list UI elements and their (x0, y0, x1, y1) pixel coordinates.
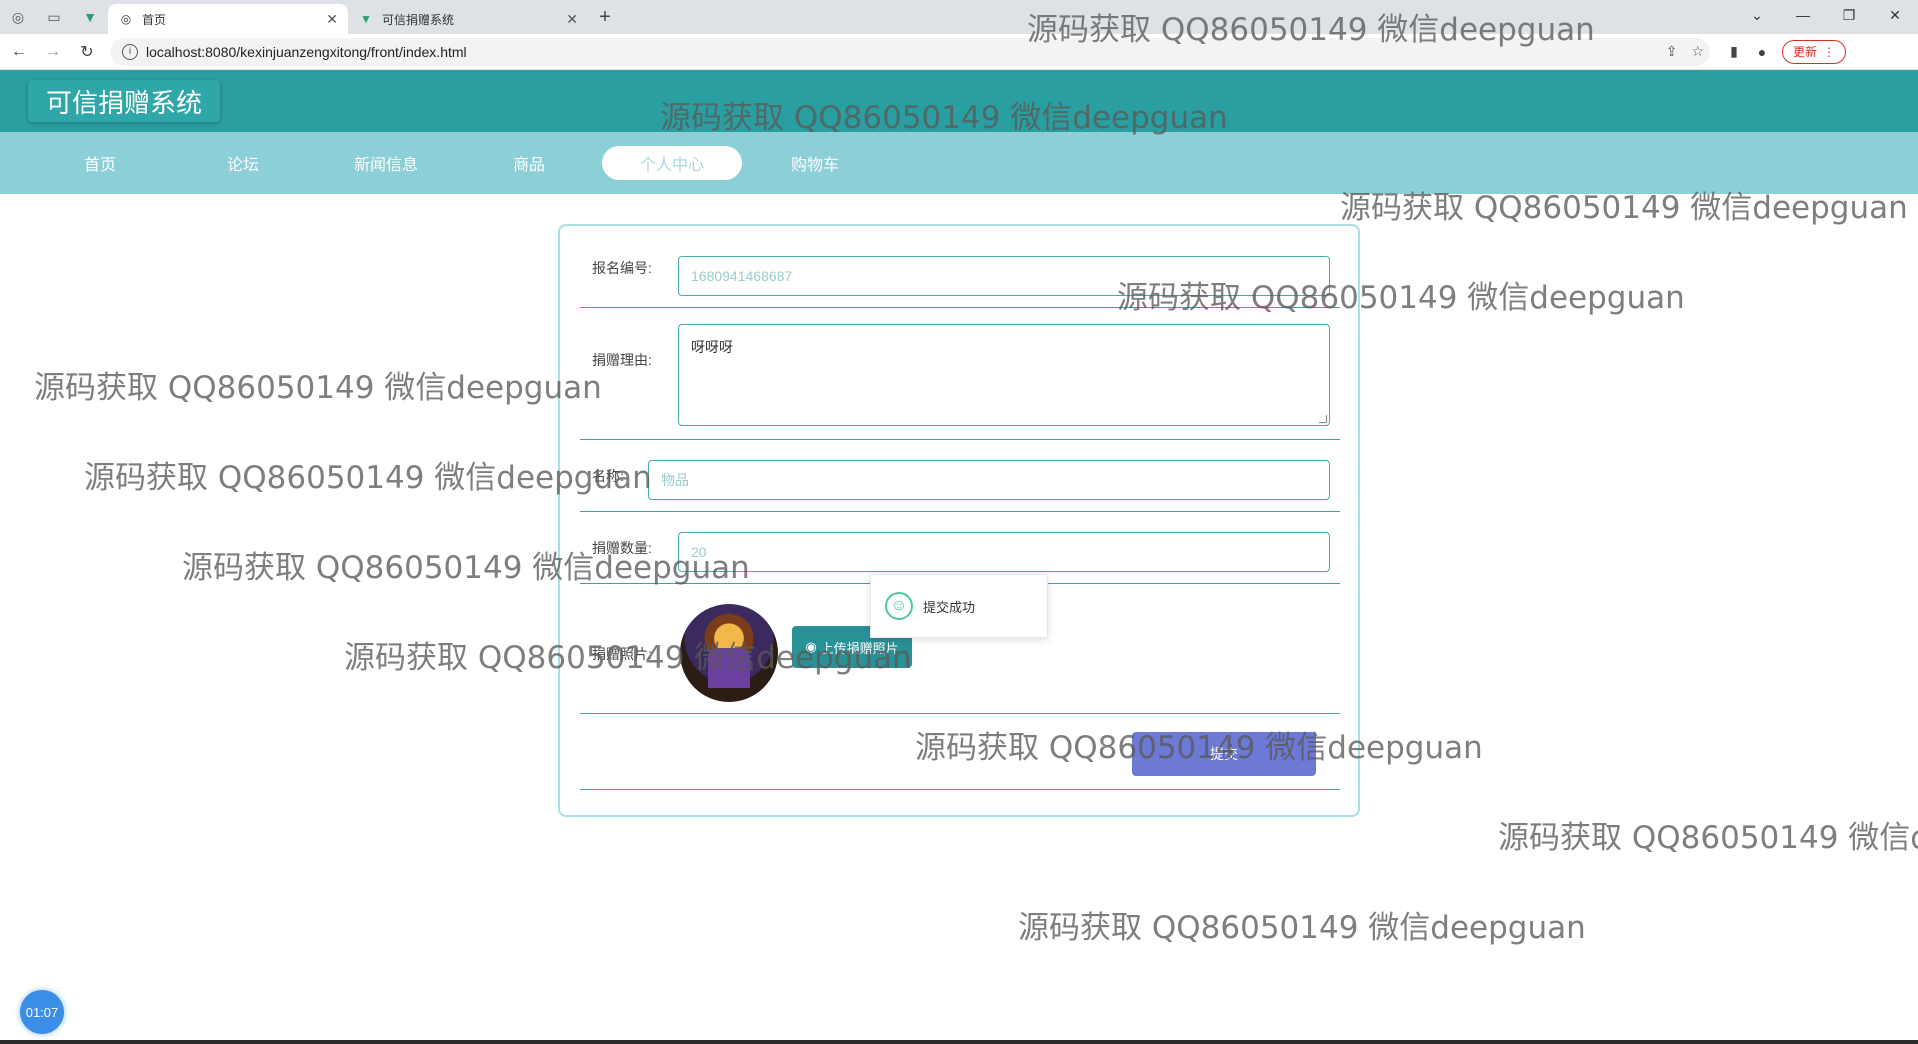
address-bar: ← → ↻ i localhost:8080/kexinjuanzengxito… (0, 34, 1918, 70)
tab-title: 首页 (142, 12, 167, 27)
info-icon[interactable]: i (122, 43, 138, 60)
forward-arrow-icon[interactable]: → (38, 37, 68, 67)
timer-badge[interactable]: 01:07 (20, 990, 64, 1034)
nav-item-cart[interactable]: 购物车 (745, 146, 885, 180)
site-title[interactable]: 可信捐赠系统 (28, 80, 221, 122)
success-toast: ☺ 提交成功 (870, 574, 1048, 638)
close-icon[interactable]: ✕ (326, 11, 338, 28)
photo-label: 捐赠照片: (592, 646, 652, 662)
window-controls: ⌄ — ❐ ✕ (1734, 0, 1918, 30)
pinned-tab-globe-icon[interactable]: ◎ (0, 0, 36, 34)
restore-icon[interactable]: ❐ (1826, 0, 1872, 30)
more-vert-icon: ⋮ (1823, 44, 1836, 59)
donation-photo-thumbnail (680, 604, 778, 702)
registration-no-input[interactable]: 1680941468687 (678, 256, 1330, 296)
form-row-name: 名称: 物品 (580, 440, 1340, 512)
nav-item-forum[interactable]: 论坛 (173, 146, 313, 180)
name-label: 名称: (592, 468, 624, 484)
pinned-tab-blank-icon[interactable]: ▭ (36, 0, 72, 34)
quantity-input[interactable]: 20 (678, 532, 1330, 572)
toolbar-icons: ▮ ● (1720, 38, 1776, 66)
browser-tab-strip: ◎ ▭ ▼ ◎ 首页 ✕ ▼ 可信捐赠系统 ✕ + ⌄ — ❐ ✕ (0, 0, 1918, 34)
form-row-reason: 捐赠理由: 呀呀呀 (580, 308, 1340, 440)
back-arrow-icon[interactable]: ← (4, 37, 34, 67)
tab-search-chevron-icon[interactable]: ⌄ (1734, 0, 1780, 30)
nav-item-news[interactable]: 新闻信息 (316, 146, 456, 180)
reason-textarea[interactable]: 呀呀呀 (678, 324, 1330, 426)
pinned-tab-vue-icon[interactable]: ▼ (72, 0, 108, 34)
nav-item-goods[interactable]: 商品 (459, 146, 599, 180)
globe-icon: ◎ (120, 12, 132, 26)
form-row-registration-no: 报名编号: 1680941468687 (580, 226, 1340, 308)
new-tab-plus-icon[interactable]: + (588, 0, 622, 34)
bottom-bar (0, 1040, 1918, 1044)
minimize-icon[interactable]: — (1780, 0, 1826, 30)
site-header: 可信捐赠系统 (0, 70, 1918, 132)
resize-handle-icon[interactable] (1319, 415, 1327, 423)
watermark-text: 源码获取 QQ86050149 微信deepguan (1018, 910, 1586, 946)
url-text: localhost:8080/kexinjuanzengxitong/front… (146, 43, 467, 60)
browser-tab-home[interactable]: ◎ 首页 ✕ (108, 4, 348, 34)
upload-icon: ◉ (805, 639, 817, 654)
window-close-icon[interactable]: ✕ (1872, 0, 1918, 30)
name-input[interactable]: 物品 (648, 460, 1330, 500)
upload-photo-label: 上传捐赠照片 (820, 640, 899, 656)
close-icon[interactable]: ✕ (566, 11, 578, 28)
watermark-text: 源码获取 QQ86050149 微信deepguan (1498, 820, 1918, 856)
main-nav: 首页 论坛 新闻信息 商品 个人中心 购物车 (0, 132, 1918, 194)
reason-text: 呀呀呀 (691, 339, 733, 355)
browser-tab-donation-system[interactable]: ▼ 可信捐赠系统 ✕ (348, 4, 588, 34)
side-panel-icon[interactable]: ▮ (1720, 38, 1748, 66)
registration-no-label: 报名编号: (592, 260, 652, 276)
watermark-text: 源码获取 QQ86050149 微信deepguan (34, 370, 602, 406)
quantity-label: 捐赠数量: (592, 540, 652, 556)
update-button[interactable]: 更新 ⋮ (1782, 39, 1847, 64)
tab-title: 可信捐赠系统 (382, 12, 455, 27)
donation-form: 报名编号: 1680941468687 捐赠理由: 呀呀呀 名称: 物品 捐赠数… (558, 224, 1360, 817)
vue-icon: ▼ (360, 12, 372, 26)
omnibox-actions: ⇪ ☆ (1652, 43, 1710, 60)
bookmark-star-icon[interactable]: ☆ (1691, 43, 1704, 60)
url-input[interactable]: i localhost:8080/kexinjuanzengxitong/fro… (110, 37, 1710, 66)
nav-item-home[interactable]: 首页 (30, 146, 170, 180)
smile-icon: ☺ (885, 592, 913, 620)
hand-cursor-icon: ☝ (1222, 742, 1235, 764)
update-label: 更新 (1793, 45, 1818, 59)
profile-icon[interactable]: ● (1748, 38, 1776, 66)
toast-message: 提交成功 (923, 599, 976, 615)
reason-label: 捐赠理由: (592, 352, 652, 368)
nav-item-profile[interactable]: 个人中心 (602, 146, 742, 180)
reload-icon[interactable]: ↻ (72, 37, 102, 67)
share-icon[interactable]: ⇪ (1666, 43, 1678, 60)
